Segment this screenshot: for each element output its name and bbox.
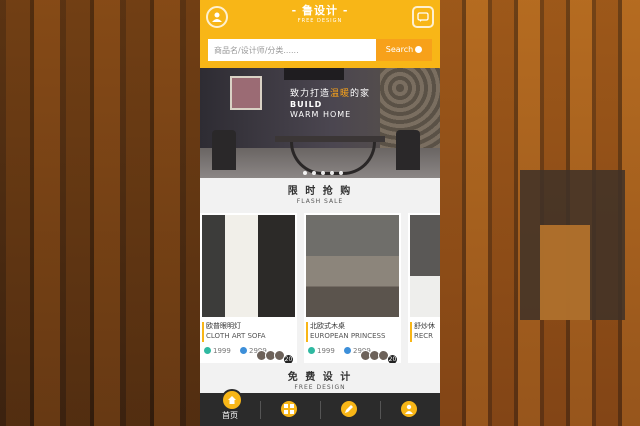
free-design-title: 免 费 设 计 [287, 372, 353, 383]
product-name-en: RECR [414, 332, 434, 340]
banner-line-warm-home: WARM HOME [290, 110, 352, 119]
accent-bar [410, 322, 412, 342]
product-image [306, 215, 399, 317]
brand-title: - 鲁设计 - [291, 4, 349, 17]
nav-profile[interactable] [380, 393, 440, 426]
nav-home-label: 首页 [222, 411, 238, 420]
product-name-en: EUROPEAN PRINCESS [310, 332, 386, 340]
product-image [410, 215, 440, 317]
banner-painting [230, 76, 262, 110]
price-primary: 1999 [308, 347, 335, 356]
bottom-nav: 首页 [200, 389, 440, 426]
flash-sale-subtitle: FLASH SALE [296, 198, 344, 205]
buyer-avatars: 20 [360, 346, 398, 363]
product-name-cn: 欧普眼明灯 [206, 322, 241, 330]
search-input[interactable] [208, 39, 376, 61]
banner-line-build: BUILD [290, 100, 323, 109]
coin-icon [344, 347, 351, 354]
pen-icon [341, 401, 357, 417]
buyer-count: 20 [283, 354, 294, 363]
carousel-dot[interactable] [302, 171, 307, 175]
coin-icon [204, 347, 211, 354]
nav-category[interactable] [260, 393, 320, 426]
product-card[interactable]: 欧普眼明灯 CLOTH ART SOFA 1999 2999 20 [200, 213, 297, 363]
product-carousel[interactable]: 欧普眼明灯 CLOTH ART SOFA 1999 2999 20 北欧式木桌 … [200, 213, 440, 363]
buyer-count: 20 [387, 354, 398, 363]
search-bar: Search [200, 34, 440, 68]
banner-lamp [284, 68, 344, 80]
nav-home[interactable]: 首页 [200, 389, 260, 426]
accent-bar [202, 322, 204, 342]
coin-icon [308, 347, 315, 354]
accent-bar [306, 322, 308, 342]
carousel-dot[interactable] [338, 171, 343, 175]
product-card[interactable]: 舒炒休 RECR [408, 213, 440, 363]
search-button[interactable]: Search [376, 39, 432, 61]
banner-slogan: 致力打造温暖的家 [290, 89, 371, 99]
product-name-cn: 北欧式木桌 [310, 322, 345, 330]
chat-icon[interactable] [412, 6, 434, 28]
background-left-forest [0, 0, 200, 426]
brand-subtitle: FREE DESIGN [297, 18, 343, 24]
grid-icon [281, 401, 297, 417]
buyer-avatars: 20 [256, 346, 294, 363]
stone-ruin-doorway [540, 225, 590, 320]
banner-chair-left [212, 130, 236, 170]
carousel-dots[interactable] [300, 160, 345, 175]
flash-sale-title: 限 时 抢 购 [287, 186, 353, 197]
product-name-cn: 舒炒休 [414, 322, 435, 330]
carousel-dot[interactable] [329, 171, 334, 175]
product-image [202, 215, 295, 317]
hero-banner[interactable]: 致力打造温暖的家 BUILD WARM HOME [200, 68, 440, 178]
product-name-en: CLOTH ART SOFA [206, 332, 266, 340]
search-button-label: Search [385, 45, 414, 54]
nav-design[interactable] [320, 393, 380, 426]
product-card[interactable]: 北欧式木桌 EUROPEAN PRINCESS 1999 2999 20 [304, 213, 401, 363]
banner-chair-right [396, 130, 420, 170]
carousel-dot[interactable] [311, 171, 316, 175]
banner-text: 致力打造温暖的家 BUILD WARM HOME [290, 88, 370, 120]
mobile-app-frame: - 鲁设计 - FREE DESIGN Search 致力打造温暖的家 BUIL… [200, 0, 440, 426]
flash-sale-heading: 限 时 抢 购 FLASH SALE [200, 186, 440, 206]
top-bar: - 鲁设计 - FREE DESIGN [200, 0, 440, 34]
home-icon [221, 389, 243, 411]
coin-icon [240, 347, 247, 354]
profile-icon [401, 401, 417, 417]
carousel-dot[interactable] [320, 171, 325, 175]
brand: - 鲁设计 - FREE DESIGN [200, 4, 440, 25]
price-primary: 1999 [204, 347, 231, 356]
search-icon [415, 46, 423, 53]
